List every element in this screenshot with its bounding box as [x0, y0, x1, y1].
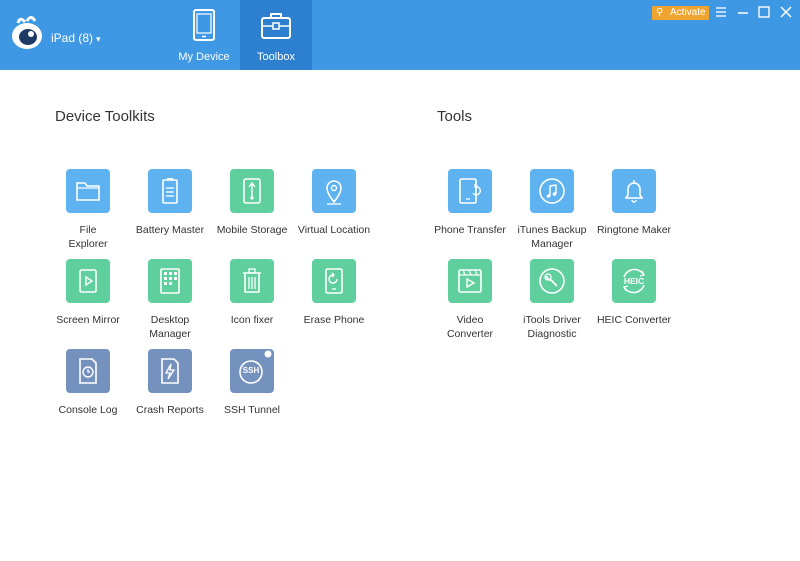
tool-console-log[interactable]: Console Log [47, 349, 129, 417]
tool-label: Ringtone Maker [596, 224, 672, 236]
tab-toolbox[interactable]: Toolbox [240, 0, 312, 70]
tool-label: Battery Master [135, 224, 205, 236]
wrench-icon [539, 268, 565, 294]
video-icon [458, 269, 482, 293]
tools-title: Tools [437, 108, 473, 125]
tool-label: iTunes Backup Manager [517, 224, 587, 250]
activate-label: Activate [670, 7, 706, 18]
tool-screen-mirror[interactable]: Screen Mirror [47, 259, 129, 327]
tool-label: SSH Tunnel [223, 404, 281, 416]
device-name-label: iPad (8) [51, 31, 94, 45]
tool-phone-transfer[interactable]: Phone Transfer [429, 169, 511, 237]
toolbox-icon [261, 13, 291, 39]
tool-label: Virtual Location [297, 224, 371, 236]
phone-transfer-icon [459, 178, 481, 204]
tool-heic-converter[interactable]: HEIC HEIC Converter [593, 259, 675, 327]
tool-icon-fixer[interactable]: Icon fixer [211, 259, 293, 327]
device-selector[interactable]: iPad (8) ▾ [51, 31, 101, 45]
tool-label: Erase Phone [303, 314, 365, 326]
tool-label: HEIC Converter [596, 314, 672, 326]
tool-label: Mobile Storage [216, 224, 288, 236]
tool-erase-phone[interactable]: Erase Phone [293, 259, 375, 327]
battery-icon [162, 178, 178, 204]
tab-my-device[interactable]: My Device [168, 0, 240, 70]
bell-icon [624, 180, 644, 203]
screen-mirror-icon [79, 269, 97, 293]
tool-label: iTools Driver Diagnostic [523, 314, 581, 340]
heic-badge-text: HEIC [623, 276, 645, 286]
tool-label: Icon fixer [230, 314, 274, 326]
device-toolkits-title: Device Toolkits [55, 108, 155, 125]
tool-label: Console Log [58, 404, 118, 416]
top-bar: iPad (8) ▾ My Device Toolbox ⚲ Activate [0, 0, 800, 70]
tool-ringtone-maker[interactable]: Ringtone Maker [593, 169, 675, 237]
music-backup-icon [539, 178, 565, 204]
tab-toolbox-label: Toolbox [257, 51, 295, 63]
tool-label: Screen Mirror [56, 314, 120, 326]
tool-label: File Explorer [68, 224, 108, 250]
minimize-icon[interactable] [735, 5, 751, 21]
desktop-grid-icon [160, 268, 180, 294]
erase-phone-icon [325, 268, 343, 294]
tool-label: Phone Transfer [434, 224, 506, 236]
tablet-icon [193, 9, 215, 41]
tool-crash-reports[interactable]: Crash Reports [129, 349, 211, 417]
location-pin-icon [326, 180, 342, 205]
tool-itunes-backup-manager[interactable]: iTunes Backup Manager [511, 169, 593, 251]
tool-itools-driver-diagnostic[interactable]: iTools Driver Diagnostic [511, 259, 593, 341]
tool-video-converter[interactable]: Video Converter [429, 259, 511, 341]
app-logo-icon [12, 16, 42, 49]
key-icon: ⚲ [656, 7, 664, 18]
menu-icon[interactable] [714, 5, 730, 21]
trash-icon [243, 268, 261, 293]
folder-icon [76, 182, 100, 201]
tool-file-explorer[interactable]: File Explorer [47, 169, 129, 251]
clock-file-icon [79, 358, 97, 384]
chevron-down-icon: ▾ [96, 34, 101, 44]
tool-ssh-tunnel[interactable]: SSH SSH Tunnel [211, 349, 293, 417]
lightning-file-icon [161, 358, 179, 384]
activate-button[interactable]: ⚲ Activate [652, 6, 709, 20]
tool-mobile-storage[interactable]: Mobile Storage [211, 169, 293, 237]
tool-battery-master[interactable]: Battery Master [129, 169, 211, 237]
tool-desktop-manager[interactable]: Desktop Manager [129, 259, 211, 341]
tool-label: Desktop Manager [149, 314, 191, 340]
ssh-badge-text: SSH [242, 366, 260, 375]
maximize-icon[interactable] [756, 5, 772, 21]
tool-virtual-location[interactable]: Virtual Location [293, 169, 375, 237]
tool-label: Video Converter [446, 314, 494, 340]
tool-label: Crash Reports [136, 404, 204, 416]
usb-icon [243, 178, 261, 204]
tab-my-device-label: My Device [178, 51, 230, 63]
close-icon[interactable] [778, 5, 794, 21]
